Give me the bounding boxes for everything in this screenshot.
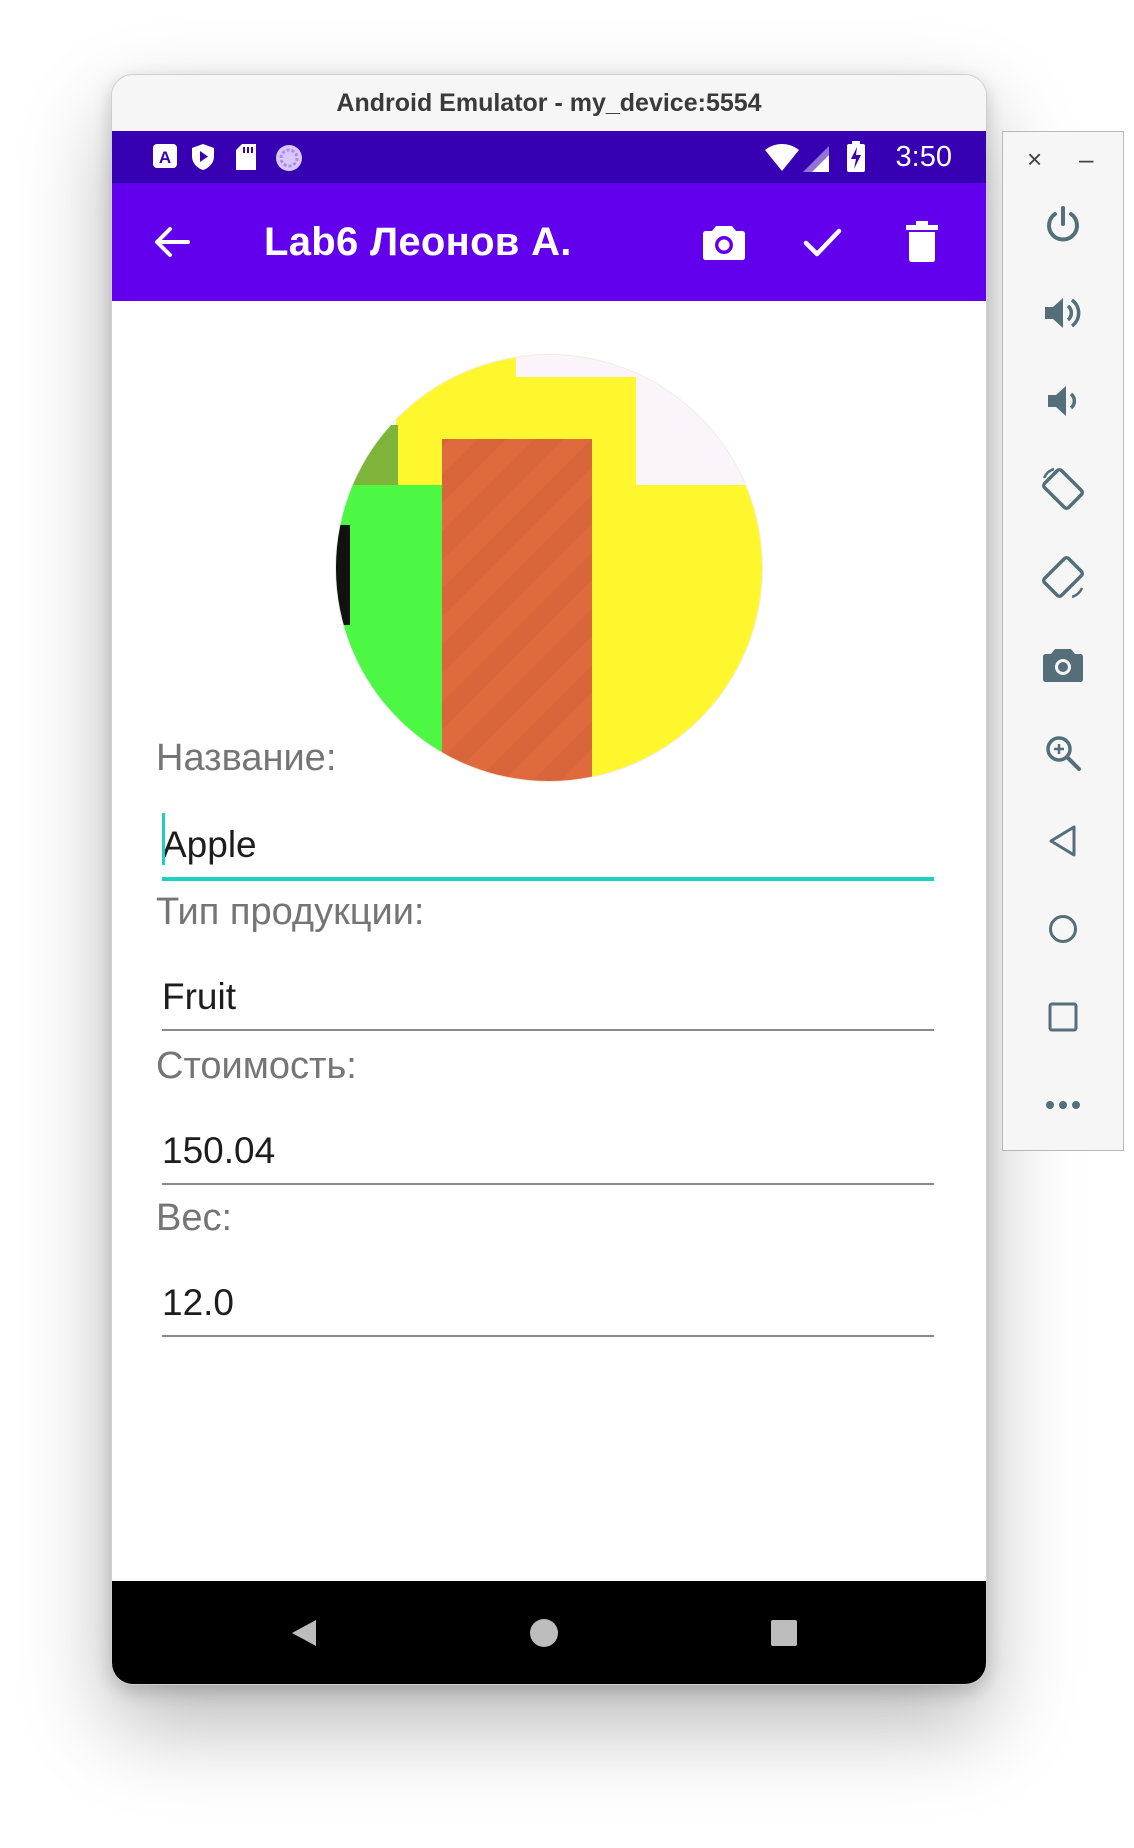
home-button-side[interactable] bbox=[1003, 894, 1123, 964]
screenshot-camera-icon bbox=[1043, 649, 1083, 682]
zoom-icon bbox=[1046, 736, 1081, 771]
price-field[interactable] bbox=[162, 1119, 934, 1185]
home-circle-icon bbox=[530, 1618, 558, 1647]
wifi-icon bbox=[764, 144, 800, 177]
window-title: Android Emulator - my_device:5554 bbox=[336, 89, 762, 117]
zoom-button[interactable] bbox=[1003, 718, 1123, 788]
more-icon bbox=[1046, 1101, 1080, 1109]
volume-up-icon bbox=[1045, 298, 1081, 328]
camera-button[interactable] bbox=[684, 183, 764, 301]
price-label: Стоимость: bbox=[156, 1045, 357, 1087]
check-icon bbox=[803, 228, 842, 257]
rotate-left-icon bbox=[1041, 467, 1085, 511]
shield-play-icon bbox=[190, 143, 216, 176]
navigation-bar bbox=[112, 1581, 986, 1684]
more-button[interactable] bbox=[1003, 1070, 1123, 1140]
back-button-side[interactable] bbox=[1003, 806, 1123, 876]
name-label: Название: bbox=[156, 737, 337, 779]
back-button[interactable] bbox=[132, 183, 212, 301]
sync-circle-icon bbox=[274, 143, 304, 178]
a-notification-icon: A bbox=[152, 143, 178, 174]
product-photo-image bbox=[336, 355, 762, 781]
product-type-field[interactable] bbox=[162, 965, 934, 1031]
product-type-label: Тип продукции: bbox=[156, 891, 425, 933]
status-time: 3:50 bbox=[895, 141, 952, 173]
emulator-window: Android Emulator - my_device:5554 A 3:50 bbox=[111, 74, 987, 1685]
emulator-side-toolbar: × – bbox=[1002, 131, 1124, 1151]
recents-square-icon bbox=[771, 1619, 797, 1646]
nav-back-button[interactable] bbox=[254, 1581, 354, 1684]
rotate-left-button[interactable] bbox=[1003, 454, 1123, 524]
name-field[interactable] bbox=[162, 813, 934, 881]
product-form: Название: Тип продукции: Стоимость: Вес: bbox=[112, 301, 986, 1581]
power-icon bbox=[1047, 206, 1079, 242]
screenshot-button[interactable] bbox=[1003, 630, 1123, 700]
home-icon bbox=[1049, 915, 1077, 943]
rotate-right-icon bbox=[1041, 555, 1085, 599]
app-bar: Lab6 Леонов А. bbox=[112, 183, 986, 301]
volume-up-button[interactable] bbox=[1003, 278, 1123, 348]
power-button[interactable] bbox=[1003, 190, 1123, 260]
minimize-window-button[interactable]: – bbox=[1079, 144, 1093, 175]
delete-button[interactable] bbox=[882, 183, 962, 301]
weight-label: Вес: bbox=[156, 1197, 233, 1239]
volume-down-icon bbox=[1048, 386, 1077, 416]
weight-field[interactable] bbox=[162, 1271, 934, 1337]
nav-home-button[interactable] bbox=[494, 1581, 594, 1684]
nav-recents-button[interactable] bbox=[734, 1581, 834, 1684]
back-triangle-icon bbox=[292, 1619, 316, 1646]
product-photo[interactable] bbox=[336, 355, 762, 781]
sd-card-icon bbox=[234, 143, 258, 176]
save-button[interactable] bbox=[782, 183, 862, 301]
svg-text:A: A bbox=[159, 148, 171, 167]
back-arrow-icon bbox=[155, 227, 190, 257]
window-title-bar: Android Emulator - my_device:5554 bbox=[112, 75, 986, 131]
status-bar: A 3:50 bbox=[112, 131, 986, 183]
page-title: Lab6 Леонов А. bbox=[264, 220, 572, 264]
camera-icon bbox=[703, 226, 745, 260]
back-icon bbox=[1049, 825, 1076, 857]
delete-icon bbox=[906, 221, 938, 262]
battery-charging-icon bbox=[846, 141, 866, 178]
text-cursor bbox=[162, 813, 165, 865]
close-window-button[interactable]: × bbox=[1027, 144, 1042, 175]
overview-icon bbox=[1048, 1002, 1078, 1032]
overview-button-side[interactable] bbox=[1003, 982, 1123, 1052]
volume-down-button[interactable] bbox=[1003, 366, 1123, 436]
rotate-right-button[interactable] bbox=[1003, 542, 1123, 612]
signal-icon bbox=[802, 145, 830, 178]
